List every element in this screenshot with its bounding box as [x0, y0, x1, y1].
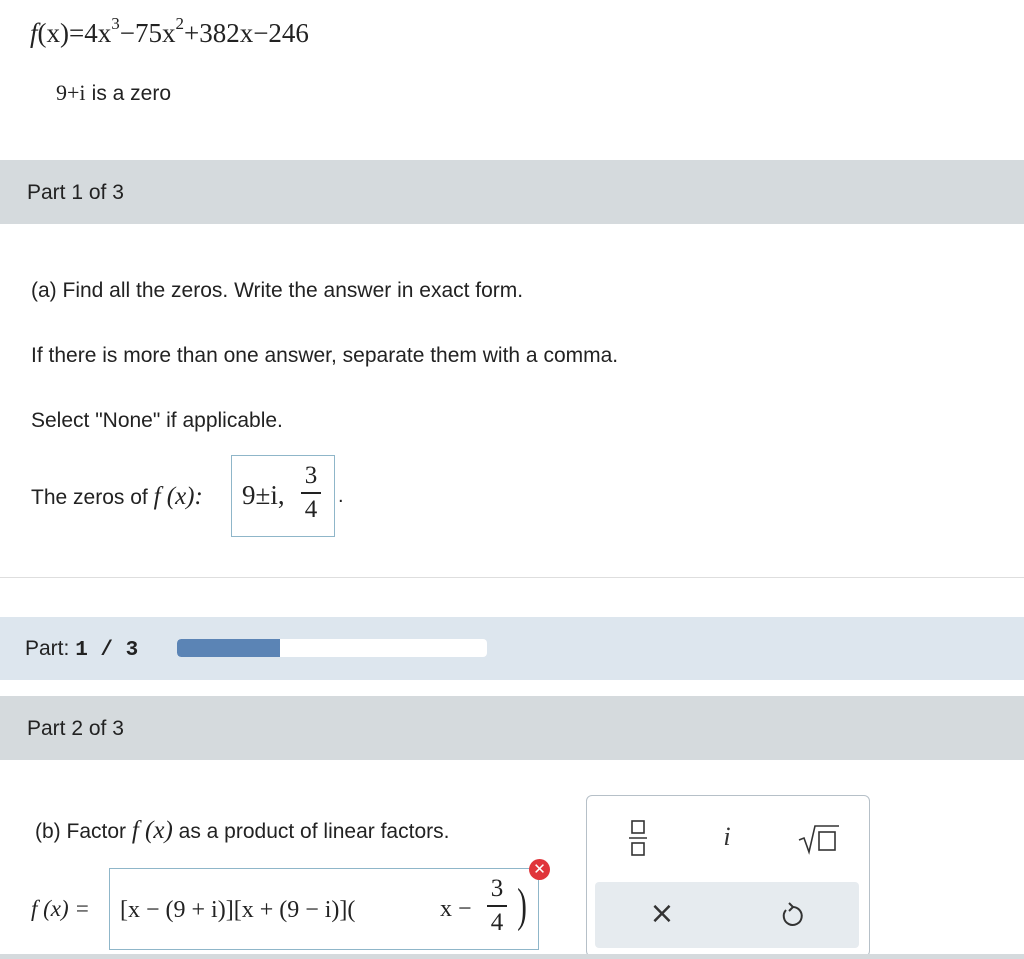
factor-answer-input[interactable]: [x − (9 + i)][x + (9 − i)]( x − 3 4 ) — [109, 868, 539, 950]
fraction-icon[interactable] — [625, 818, 651, 858]
func-name: f — [30, 18, 38, 48]
func-term-1: (x)=4x — [37, 18, 112, 48]
given-zero-value: 9+i — [56, 80, 86, 105]
part1-instruction: (a) Find all the zeros. Write the answer… — [31, 279, 524, 302]
func-exp-3: 3 — [111, 14, 120, 33]
math-palette: i × — [586, 795, 870, 957]
part1-header: Part 1 of 3 — [0, 160, 1024, 224]
progress-label: Part: 1 / 3 — [25, 637, 139, 662]
imaginary-unit-button[interactable]: i — [717, 822, 737, 852]
part1-title: Part 1 of 3 — [27, 181, 124, 204]
part2-header: Part 2 of 3 — [0, 696, 1024, 760]
factor-terms: [x − (9 + i)][x + (9 − i)]( — [120, 897, 356, 923]
zeros-answer-value: 9±i, — [242, 480, 285, 510]
palette-actions: × — [595, 882, 859, 948]
factor-close-paren: ) — [517, 879, 527, 932]
progress-fill — [177, 639, 281, 657]
bottom-rule — [0, 954, 1024, 959]
factor-fraction: 3 4 — [487, 875, 507, 937]
progress-bar — [177, 639, 487, 657]
factor-lhs: f (x) = — [31, 896, 90, 921]
section-divider — [0, 577, 1024, 578]
clear-button[interactable]: × — [647, 897, 677, 931]
part2-title: Part 2 of 3 — [27, 717, 124, 740]
func-term-3: +382x−246 — [183, 18, 309, 48]
func-term-2: −75x — [119, 18, 176, 48]
function-definition: f(x)=4x3−75x2+382x−246 — [30, 14, 309, 49]
part2-instruction: (b) Factor f (x) as a product of linear … — [35, 817, 450, 844]
undo-icon[interactable] — [777, 898, 807, 932]
error-icon: ✕ — [529, 859, 550, 880]
sqrt-icon[interactable] — [797, 822, 841, 858]
zeros-label: The zeros of f (x): — [31, 483, 203, 510]
part1-none-note: Select "None" if applicable. — [31, 409, 283, 432]
answer-period: . — [338, 485, 344, 507]
zeros-answer-fraction: 3 4 — [301, 462, 321, 524]
given-zero-text: is a zero — [91, 82, 172, 105]
factor-last-term: x − — [440, 896, 472, 922]
given-zero: 9+i is a zero — [56, 80, 171, 106]
part-progress: Part: 1 / 3 — [0, 617, 1024, 680]
zeros-answer-input[interactable]: 9±i, 3 4 — [231, 455, 335, 537]
part1-comma-note: If there is more than one answer, separa… — [31, 344, 619, 367]
factor-expression: [x − (9 + i)][x + (9 − i)]( — [120, 897, 355, 924]
progress-value: 1 / 3 — [75, 639, 139, 662]
func-exp-2: 2 — [175, 14, 184, 33]
